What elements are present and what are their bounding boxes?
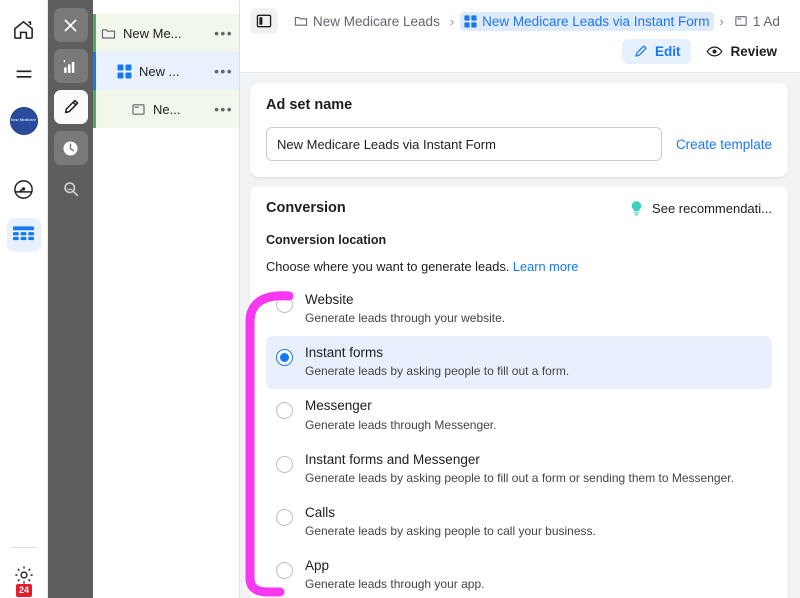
option-desc: Generate leads through Messenger. — [305, 417, 497, 432]
tree-row-label: New Me... — [123, 25, 182, 41]
app-window: New Medicare 24 New Me... ••• New ... ••… — [0, 0, 800, 598]
breadcrumb-adset[interactable]: New Medicare Leads via Instant Form — [460, 11, 714, 31]
learn-more-link[interactable]: Learn more — [513, 259, 578, 274]
breadcrumb-separator: › — [449, 13, 455, 29]
option-desc: Generate leads through your app. — [305, 577, 485, 592]
radio-instant-forms[interactable] — [276, 349, 293, 367]
conversion-card: Conversion See recommendati... Conversio… — [250, 186, 788, 598]
conversion-helper: Choose where you want to generate leads.… — [266, 259, 772, 274]
tree-row-menu-icon[interactable]: ••• — [210, 63, 233, 79]
grid-icon — [464, 14, 477, 28]
grid-icon — [117, 63, 132, 79]
option-label: Instant forms and Messenger — [305, 451, 480, 467]
top-actions: Edit Review — [250, 36, 788, 66]
zoom-icon[interactable] — [54, 172, 88, 206]
create-template-link[interactable]: Create template — [676, 137, 772, 152]
option-desc: Generate leads through your website. — [305, 311, 506, 326]
breadcrumb-ad[interactable]: 1 Ad — [730, 12, 784, 31]
radio-instant-forms-and-messenger[interactable] — [276, 455, 293, 473]
eye-icon — [706, 46, 723, 56]
ad-icon — [735, 16, 747, 26]
dark-toolbar — [48, 0, 93, 598]
see-recommendations-label: See recommendati... — [652, 201, 772, 216]
review-label: Review — [730, 43, 777, 59]
radio-calls[interactable] — [276, 508, 293, 526]
breadcrumb-separator: › — [719, 13, 724, 29]
option-desc: Generate leads by asking people to fill … — [305, 364, 570, 379]
option-messenger[interactable]: Messenger Generate leads through Messeng… — [266, 389, 772, 442]
adset-name-input[interactable] — [266, 127, 662, 161]
option-label: Website — [305, 292, 354, 307]
conversion-location-options: Website Generate leads through your webs… — [266, 283, 772, 598]
home-icon[interactable] — [7, 12, 41, 46]
ad-icon — [131, 102, 146, 117]
breadcrumb-campaign-label: New Medicare Leads — [313, 13, 440, 29]
folder-icon — [101, 26, 116, 41]
account-avatar[interactable]: New Medicare — [7, 104, 41, 138]
status-edge — [93, 90, 96, 128]
option-app[interactable]: App Generate leads through your app. — [266, 549, 772, 598]
pencil-icon — [635, 45, 647, 57]
option-calls[interactable]: Calls Generate leads by asking people to… — [266, 496, 772, 549]
adset-name-card: Ad set name Create template — [250, 83, 788, 177]
tree-row[interactable]: Ne... ••• — [93, 90, 239, 128]
option-desc: Generate leads by asking people to fill … — [305, 470, 734, 485]
status-edge — [93, 52, 96, 90]
tree-row-label: Ne... — [153, 101, 181, 117]
adset-name-title: Ad set name — [266, 97, 353, 113]
breadcrumb-campaign[interactable]: New Medicare Leads — [290, 12, 444, 31]
object-tree-panel: New Me... ••• New ... ••• Ne... ••• — [93, 0, 240, 598]
rail-divider — [12, 547, 36, 548]
table-icon[interactable] — [6, 218, 41, 252]
avatar: New Medicare — [9, 107, 38, 135]
conversion-card-header: Conversion See recommendati... — [266, 200, 772, 217]
tree-row-menu-icon[interactable]: ••• — [210, 101, 233, 117]
adset-name-row: Create template — [266, 127, 772, 161]
status-edge — [93, 14, 96, 52]
chart-icon[interactable] — [53, 49, 88, 83]
speedometer-icon[interactable] — [7, 172, 41, 206]
clock-icon[interactable] — [53, 131, 88, 165]
option-instant-forms[interactable]: Instant forms Generate leads by asking p… — [266, 336, 772, 390]
main-content: New Medicare Leads › New Medicare Leads … — [240, 0, 800, 598]
close-icon[interactable] — [53, 8, 88, 42]
option-label: App — [305, 558, 330, 574]
option-desc: Generate leads by asking people to call … — [305, 524, 596, 539]
option-instant-forms-and-messenger[interactable]: Instant forms and Messenger Generate lea… — [266, 443, 772, 496]
conversion-location-title: Conversion location — [266, 233, 387, 247]
folder-icon — [294, 17, 308, 26]
breadcrumb-ad-label: 1 Ad — [752, 13, 780, 29]
breadcrumb-adset-label: New Medicare Leads via Instant Form — [482, 13, 710, 29]
review-button[interactable]: Review — [695, 38, 788, 65]
option-label: Instant forms — [305, 345, 384, 361]
tree-row-menu-icon[interactable]: ••• — [210, 25, 233, 41]
option-label: Messenger — [305, 398, 372, 414]
conversion-title: Conversion — [266, 200, 346, 216]
edit-label: Edit — [654, 43, 681, 59]
option-website[interactable]: Website Generate leads through your webs… — [266, 283, 772, 336]
option-label: Calls — [305, 504, 336, 520]
rail-bottom-group: 24 — [0, 539, 48, 598]
edit-button[interactable]: Edit — [621, 38, 692, 64]
pencil-icon[interactable] — [53, 90, 88, 124]
conversion-helper-text: Choose where you want to generate leads. — [266, 259, 510, 274]
menu-icon[interactable] — [7, 58, 41, 92]
radio-messenger[interactable] — [276, 402, 293, 420]
panel-toggle-icon[interactable] — [250, 8, 278, 34]
tree-row-label: New ... — [139, 63, 180, 79]
notification-badge[interactable]: 24 — [16, 584, 33, 597]
tree-row[interactable]: New ... ••• — [93, 52, 239, 90]
avatar-initials: New Medicare — [10, 118, 37, 123]
left-icon-rail: New Medicare 24 — [0, 0, 48, 598]
lightbulb-icon — [631, 201, 642, 216]
radio-website[interactable] — [276, 296, 293, 313]
see-recommendations-button[interactable]: See recommendati... — [629, 200, 772, 217]
tree-row[interactable]: New Me... ••• — [93, 14, 239, 52]
radio-app[interactable] — [276, 562, 293, 580]
breadcrumb: New Medicare Leads › New Medicare Leads … — [250, 6, 788, 36]
top-bar: New Medicare Leads › New Medicare Leads … — [240, 0, 800, 73]
form-scroll-area[interactable]: Ad set name Create template Conversion — [240, 73, 800, 598]
